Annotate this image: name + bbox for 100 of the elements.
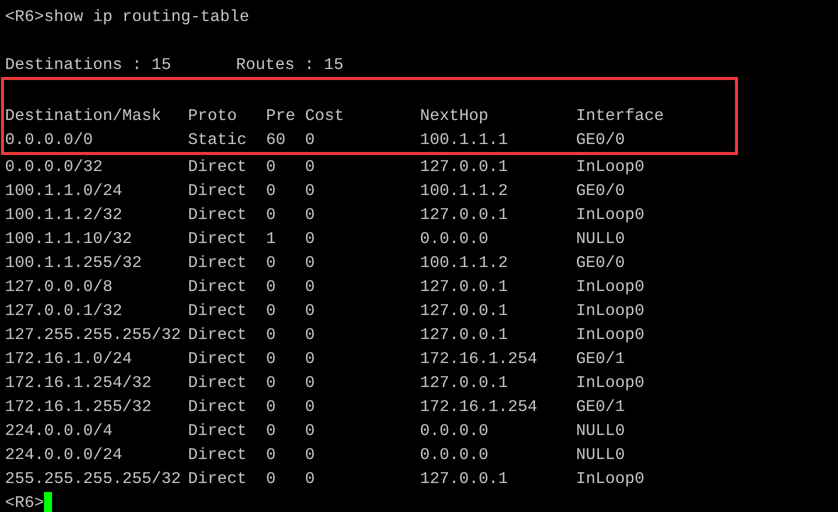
protocol-cell-text: Direct (188, 252, 248, 274)
next-hop-cell-text: 127.0.0.1 (420, 276, 509, 298)
destination-cell-text: 172.16.1.255/32 (5, 396, 153, 418)
preference-cell-text: 0 (266, 204, 277, 226)
interface-cell-text: InLoop0 (576, 324, 646, 346)
protocol-cell-text: Static (188, 129, 248, 151)
interface-cell-text: GE0/1 (576, 396, 626, 418)
preference-cell-text: 0 (266, 444, 277, 466)
destination-cell-text: 0.0.0.0/32 (5, 156, 104, 178)
protocol-cell-text: Direct (188, 348, 248, 370)
column-header: Destination/Mask (5, 105, 162, 127)
destination-cell-text: 127.255.255.255/32 (5, 324, 182, 346)
interface-cell-text: GE0/0 (576, 129, 626, 151)
destination-cell-text: 0.0.0.0/0 (5, 129, 94, 151)
destinations-count: Destinations : 15 (5, 54, 172, 76)
column-header: NextHop (420, 105, 490, 127)
destination-cell-text: 100.1.1.2/32 (5, 204, 124, 226)
protocol-cell-text: Direct (188, 372, 248, 394)
preference-cell-text: 0 (266, 348, 277, 370)
cost-cell-text: 0 (305, 324, 316, 346)
preference-cell-text: 0 (266, 300, 277, 322)
protocol-cell-text: Direct (188, 396, 248, 418)
destination-cell-text: 255.255.255.255/32 (5, 468, 182, 490)
preference-cell-text: 0 (266, 396, 277, 418)
next-hop-cell-text: 172.16.1.254 (420, 396, 538, 418)
next-hop-cell-text: 0.0.0.0 (420, 420, 490, 442)
cost-cell-text: 0 (305, 156, 316, 178)
destination-cell-text: 100.1.1.255/32 (5, 252, 143, 274)
preference-cell-text: 0 (266, 276, 277, 298)
destination-cell-text: 127.0.0.0/8 (5, 276, 114, 298)
cost-cell-text: 0 (305, 300, 316, 322)
cost-cell-text: 0 (305, 276, 316, 298)
protocol-cell-text: Direct (188, 156, 248, 178)
destination-cell-text: 224.0.0.0/4 (5, 420, 114, 442)
protocol-cell-text: Direct (188, 204, 248, 226)
protocol-cell-text: Direct (188, 180, 248, 202)
cost-cell-text: 0 (305, 468, 316, 490)
next-hop-cell-text: 100.1.1.2 (420, 180, 509, 202)
protocol-cell-text: Direct (188, 444, 248, 466)
interface-cell-text: InLoop0 (576, 372, 646, 394)
destination-cell-text: 127.0.0.1/32 (5, 300, 124, 322)
preference-cell-text: 1 (266, 228, 277, 250)
next-hop-cell-text: 100.1.1.2 (420, 252, 509, 274)
destination-cell-text: 224.0.0.0/24 (5, 444, 124, 466)
interface-cell-text: NULL0 (576, 228, 626, 250)
next-hop-cell-text: 0.0.0.0 (420, 228, 490, 250)
cost-cell-text: 0 (305, 444, 316, 466)
interface-cell-text: GE0/0 (576, 180, 626, 202)
interface-cell-text: GE0/0 (576, 252, 626, 274)
interface-cell-text: InLoop0 (576, 300, 646, 322)
next-hop-cell-text: 100.1.1.1 (420, 129, 509, 151)
column-header: Cost (305, 105, 346, 127)
next-hop-cell-text: 127.0.0.1 (420, 300, 509, 322)
interface-cell-text: NULL0 (576, 420, 626, 442)
cost-cell-text: 0 (305, 348, 316, 370)
preference-cell-text: 0 (266, 420, 277, 442)
next-hop-cell-text: 172.16.1.254 (420, 348, 538, 370)
interface-cell-text: InLoop0 (576, 204, 646, 226)
next-hop-cell-text: 127.0.0.1 (420, 468, 509, 490)
interface-cell-text: GE0/1 (576, 348, 626, 370)
interface-cell-text: InLoop0 (576, 468, 646, 490)
cost-cell-text: 0 (305, 129, 316, 151)
next-hop-cell-text: 127.0.0.1 (420, 324, 509, 346)
cursor-block (44, 492, 52, 512)
destination-cell-text: 100.1.1.10/32 (5, 228, 134, 250)
cost-cell-text: 0 (305, 180, 316, 202)
destination-cell-text: 172.16.1.0/24 (5, 348, 134, 370)
cost-cell-text: 0 (305, 204, 316, 226)
command-line: <R6>show ip routing-table (5, 6, 250, 28)
destination-cell-text: 172.16.1.254/32 (5, 372, 153, 394)
column-header: Pre (266, 105, 296, 127)
preference-cell-text: 0 (266, 372, 277, 394)
cost-cell-text: 0 (305, 252, 316, 274)
protocol-cell-text: Direct (188, 228, 248, 250)
cost-cell-text: 0 (305, 372, 316, 394)
preference-cell-text: 0 (266, 180, 277, 202)
column-header: Proto (188, 105, 238, 127)
next-hop-cell-text: 127.0.0.1 (420, 372, 509, 394)
protocol-cell-text: Direct (188, 300, 248, 322)
cost-cell-text: 0 (305, 228, 316, 250)
preference-cell-text: 0 (266, 252, 277, 274)
protocol-cell-text: Direct (188, 468, 248, 490)
column-header: Interface (576, 105, 665, 127)
routes-count: Routes : 15 (236, 54, 344, 76)
preference-cell-text: 0 (266, 324, 277, 346)
preference-cell-text: 60 (266, 129, 287, 151)
protocol-cell-text: Direct (188, 276, 248, 298)
prompt: <R6> (5, 492, 44, 512)
next-hop-cell-text: 127.0.0.1 (420, 156, 509, 178)
protocol-cell-text: Direct (188, 324, 248, 346)
protocol-cell-text: Direct (188, 420, 248, 442)
interface-cell-text: NULL0 (576, 444, 626, 466)
interface-cell-text: InLoop0 (576, 156, 646, 178)
interface-cell-text: InLoop0 (576, 276, 646, 298)
next-hop-cell-text: 0.0.0.0 (420, 444, 490, 466)
preference-cell-text: 0 (266, 156, 277, 178)
cost-cell-text: 0 (305, 396, 316, 418)
next-hop-cell-text: 127.0.0.1 (420, 204, 509, 226)
destination-cell-text: 100.1.1.0/24 (5, 180, 124, 202)
cost-cell-text: 0 (305, 420, 316, 442)
